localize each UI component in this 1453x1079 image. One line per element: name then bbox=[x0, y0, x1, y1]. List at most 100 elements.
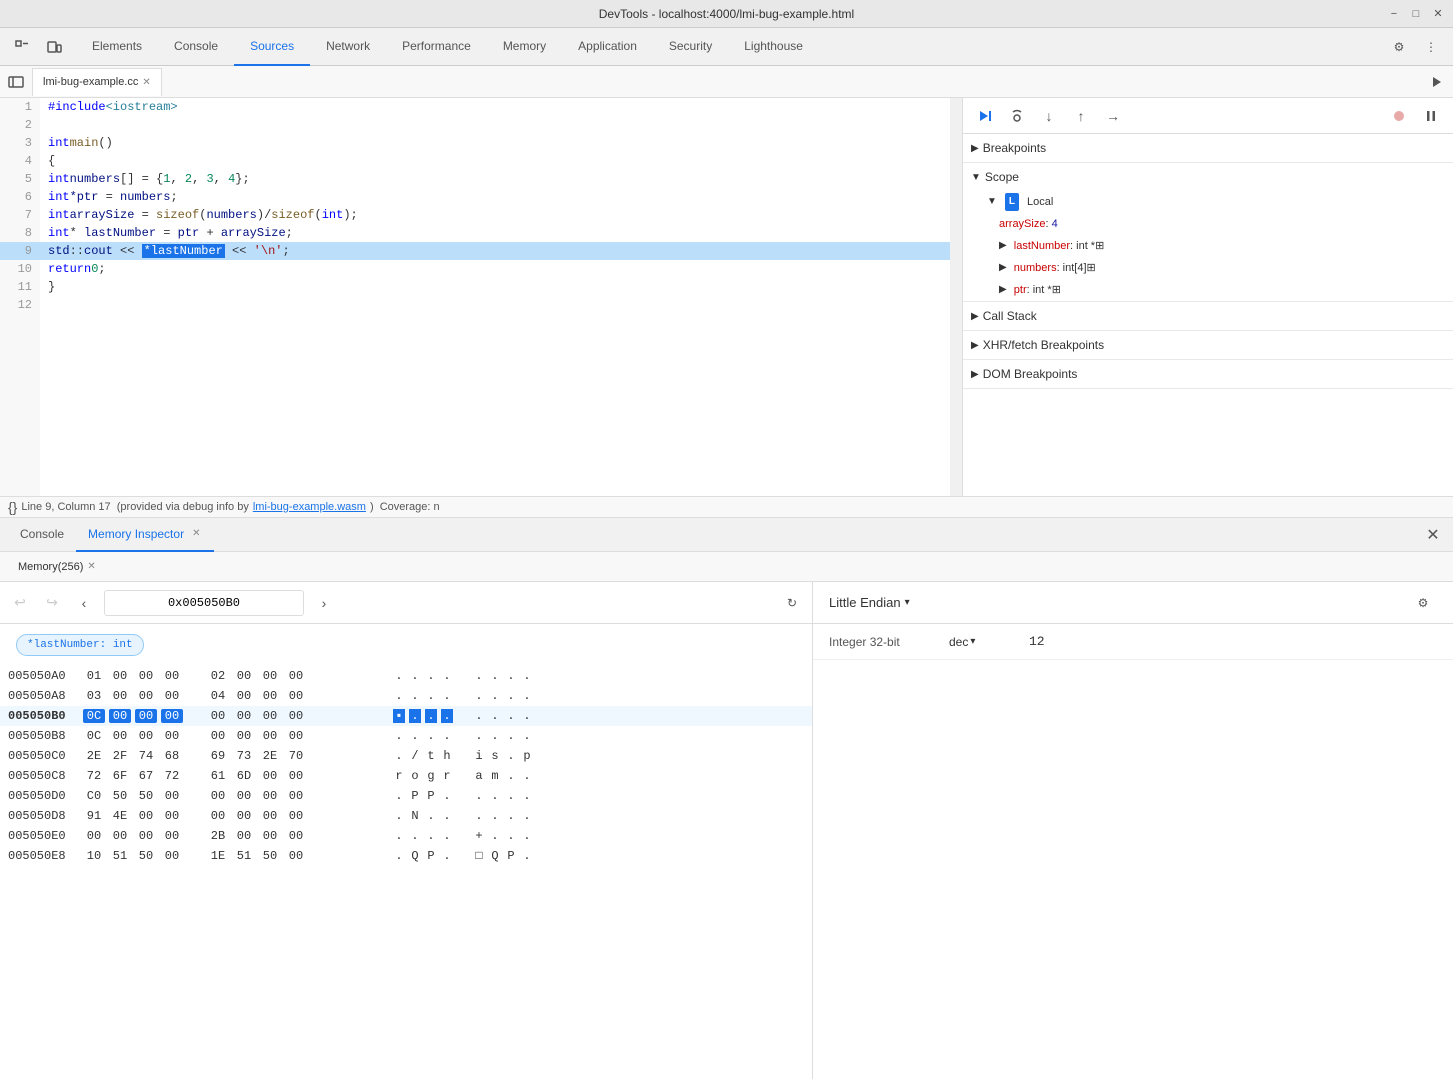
source-file-close[interactable]: ✕ bbox=[142, 77, 150, 88]
code-line-5: int numbers[] = {1, 2, 3, 4}; bbox=[40, 170, 950, 188]
tab-console[interactable]: Console bbox=[158, 28, 234, 66]
arraysize-item: arraySize: 4 bbox=[963, 213, 1453, 235]
numbers-colon: : int[4] bbox=[1057, 259, 1087, 277]
hex-row-a0: 005050A0 01000000 02000000 .... .... bbox=[0, 666, 812, 686]
debug-panel: ↓ ↑ → ▶ Breakpoints bbox=[963, 98, 1453, 496]
arraysize-key: arraySize bbox=[999, 218, 1045, 230]
settings-icon[interactable]: ⚙ bbox=[1385, 33, 1413, 61]
next-address-button[interactable]: › bbox=[312, 591, 336, 615]
numbers-icon: ⊞ bbox=[1087, 259, 1096, 277]
tab-performance[interactable]: Performance bbox=[386, 28, 487, 66]
window-controls: − □ ✕ bbox=[1387, 7, 1445, 21]
xhr-header[interactable]: ▶ XHR/fetch Breakpoints bbox=[963, 331, 1453, 359]
xhr-section: ▶ XHR/fetch Breakpoints bbox=[963, 331, 1453, 360]
value-panel: Little Endian ▾ ⚙ Integer 32-bit dec ▾ 1… bbox=[813, 582, 1453, 1079]
forward-button[interactable]: ↪ bbox=[40, 591, 64, 615]
wasm-link[interactable]: lmi-bug-example.wasm bbox=[253, 501, 366, 513]
close-panel-button[interactable]: ✕ bbox=[1421, 523, 1445, 547]
minimize-button[interactable]: − bbox=[1387, 7, 1401, 21]
callstack-label: Call Stack bbox=[983, 309, 1037, 323]
line-num-4: 4 bbox=[0, 152, 40, 170]
step-into-button[interactable]: ↓ bbox=[1035, 102, 1063, 130]
address-input[interactable] bbox=[104, 590, 304, 616]
step-button[interactable]: → bbox=[1099, 102, 1127, 130]
memory-tab-close[interactable]: ✕ bbox=[87, 561, 95, 572]
memory-inspector-close[interactable]: ✕ bbox=[190, 526, 202, 541]
value-type-label: Integer 32-bit bbox=[829, 635, 949, 649]
lastnumber-item[interactable]: ▶ lastNumber: int *⊞ bbox=[963, 235, 1453, 257]
tab-security[interactable]: Security bbox=[653, 28, 728, 66]
code-line-4: { bbox=[40, 152, 950, 170]
scrollbar[interactable] bbox=[950, 98, 962, 496]
code-line-2 bbox=[40, 116, 950, 134]
dom-header[interactable]: ▶ DOM Breakpoints bbox=[963, 360, 1453, 388]
chars-c0: ./th is.p bbox=[393, 749, 533, 763]
deactivate-breakpoints-button[interactable] bbox=[1385, 102, 1413, 130]
value-format-select[interactable]: dec ▾ bbox=[949, 635, 1029, 649]
line-num-5: 5 bbox=[0, 170, 40, 188]
restore-button[interactable]: □ bbox=[1409, 7, 1423, 21]
tab-memory[interactable]: Memory bbox=[487, 28, 562, 66]
local-triangle: ▼ bbox=[987, 193, 997, 211]
memory-256-tab[interactable]: Memory(256) ✕ bbox=[8, 554, 106, 580]
tab-application[interactable]: Application bbox=[562, 28, 653, 66]
format-arrow-icon: ▾ bbox=[970, 636, 975, 647]
value-panel-header: Little Endian ▾ ⚙ bbox=[813, 582, 1453, 624]
endian-select[interactable]: Little Endian ▾ bbox=[829, 595, 910, 610]
device-mode-icon[interactable] bbox=[40, 33, 68, 61]
refresh-button[interactable]: ↻ bbox=[780, 591, 804, 615]
bytes-d0: C0505000 00000000 bbox=[83, 789, 393, 803]
code-line-8: int* lastNumber = ptr + arraySize; bbox=[40, 224, 950, 242]
arraysize-value: 4 bbox=[1052, 218, 1058, 230]
chars-c8: rogr am.. bbox=[393, 769, 533, 783]
nav-bar: ↩ ↪ ‹ › ↻ bbox=[0, 582, 812, 624]
ptr-key: ptr bbox=[1014, 281, 1027, 299]
tab-network[interactable]: Network bbox=[310, 28, 386, 66]
step-over-button[interactable] bbox=[1003, 102, 1031, 130]
source-file-name: lmi-bug-example.cc bbox=[43, 76, 138, 88]
bytes-a8: 03000000 04000000 bbox=[83, 689, 393, 703]
close-button[interactable]: ✕ bbox=[1431, 7, 1445, 21]
tab-lighthouse[interactable]: Lighthouse bbox=[728, 28, 819, 66]
line-num-8: 8 bbox=[0, 224, 40, 242]
source-file-tab[interactable]: lmi-bug-example.cc ✕ bbox=[32, 68, 162, 96]
bytes-d8: 914E0000 00000000 bbox=[83, 809, 393, 823]
line-numbers: 1 2 3 4 5 6 7 8 9 10 11 12 bbox=[0, 98, 40, 496]
bytes-b0: 0C000000 00000000 bbox=[83, 709, 393, 723]
code-content[interactable]: #include <iostream> int main() { int num… bbox=[40, 98, 950, 496]
ptr-icon: ⊞ bbox=[1052, 281, 1061, 299]
addr-d0: 005050D0 bbox=[8, 789, 83, 803]
prev-address-button[interactable]: ‹ bbox=[72, 591, 96, 615]
value-number: 12 bbox=[1029, 634, 1045, 649]
toggle-sidebar-button[interactable] bbox=[4, 70, 28, 94]
scope-header[interactable]: ▼ Scope bbox=[963, 163, 1453, 191]
tab-elements[interactable]: Elements bbox=[76, 28, 158, 66]
back-button[interactable]: ↩ bbox=[8, 591, 32, 615]
hex-rows: 005050A0 01000000 02000000 .... .... bbox=[0, 666, 812, 866]
tab-memory-inspector[interactable]: Memory Inspector ✕ bbox=[76, 518, 214, 552]
breakpoints-header[interactable]: ▶ Breakpoints bbox=[963, 134, 1453, 162]
run-snippet-button[interactable] bbox=[1425, 70, 1449, 94]
code-line-6: int *ptr = numbers; bbox=[40, 188, 950, 206]
more-options-icon[interactable]: ⋮ bbox=[1417, 33, 1445, 61]
resume-button[interactable] bbox=[971, 102, 999, 130]
lower-panel: Console Memory Inspector ✕ ✕ Memory(256)… bbox=[0, 518, 1453, 1079]
numbers-item[interactable]: ▶ numbers: int[4]⊞ bbox=[963, 257, 1453, 279]
window-title: DevTools - localhost:4000/lmi-bug-exampl… bbox=[599, 7, 854, 21]
step-out-button[interactable]: ↑ bbox=[1067, 102, 1095, 130]
debug-toolbar: ↓ ↑ → bbox=[963, 98, 1453, 134]
tab-sources[interactable]: Sources bbox=[234, 28, 310, 66]
ptr-item[interactable]: ▶ ptr: int *⊞ bbox=[963, 279, 1453, 301]
memory-content: ↩ ↪ ‹ › ↻ *lastNumber: int bbox=[0, 582, 1453, 1079]
chars-b0: ▪... .... bbox=[393, 709, 533, 723]
value-panel-settings-button[interactable]: ⚙ bbox=[1409, 589, 1437, 617]
lastnumber-icon: ⊞ bbox=[1095, 237, 1104, 255]
pause-on-exceptions-button[interactable] bbox=[1417, 102, 1445, 130]
callstack-header[interactable]: ▶ Call Stack bbox=[963, 302, 1453, 330]
dom-label: DOM Breakpoints bbox=[983, 367, 1078, 381]
inspect-element-icon[interactable] bbox=[8, 33, 36, 61]
local-scope-item[interactable]: ▼ L Local bbox=[963, 191, 1453, 213]
devtools-toolbar: ⚙ ⋮ bbox=[1385, 33, 1445, 61]
hex-row-c0: 005050C0 2E2F7468 69732E70 ./th is.p bbox=[0, 746, 812, 766]
tab-console-lower[interactable]: Console bbox=[8, 518, 76, 552]
